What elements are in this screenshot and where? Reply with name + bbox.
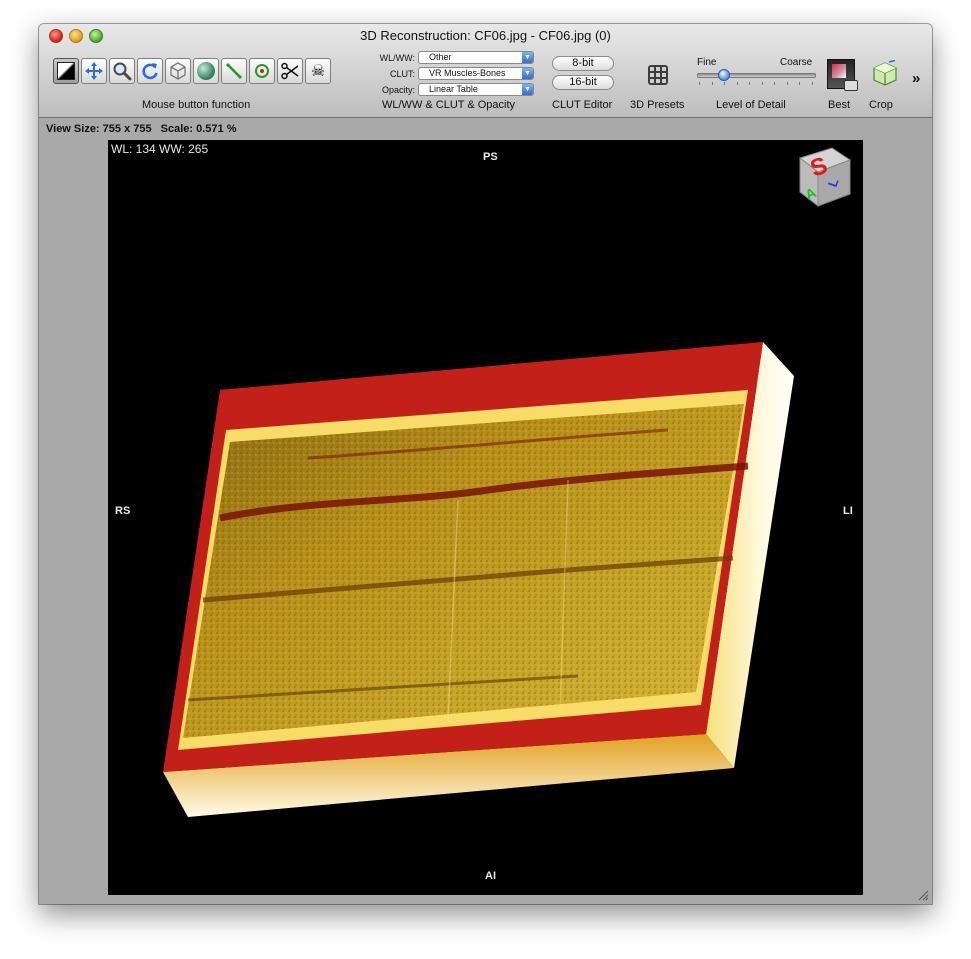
lod-slider-thumb[interactable] [717,69,730,81]
mouse-function-label: Mouse button function [142,99,251,111]
zoom-tool-button[interactable] [109,58,135,84]
mouse-tools: ☠ [53,58,331,84]
best-label: Best [828,99,851,111]
window-title: 3D Reconstruction: CF06.jpg - CF06.jpg (… [360,28,611,43]
16-bit-button[interactable]: 16-bit [552,75,614,90]
wlww-clut-opacity-label: WL/WW & CLUT & Opacity [382,99,516,111]
volume-render [163,342,794,817]
sphere-tool-button[interactable] [193,58,219,84]
wlww-select[interactable]: Other ▼ [418,51,534,64]
rotate-tool-button[interactable] [137,58,163,84]
3d-reconstruction-window: 3D Reconstruction: CF06.jpg - CF06.jpg (… [39,24,932,904]
3d-viewport[interactable]: WL: 134 WW: 265 PS RS LI AI S A L [108,140,863,895]
orientation-cube-icon[interactable]: S A L [792,144,858,210]
8-bit-button[interactable]: 8-bit [552,56,614,71]
scissors-tool-button[interactable] [277,58,303,84]
target-icon [255,64,269,78]
sphere-icon [197,62,215,80]
wlww-select-value: Other [429,52,452,62]
more-tools-chevron-icon[interactable]: » [912,70,921,87]
opacity-select[interactable]: Linear Table ▼ [418,83,534,96]
toolbar: 3D Reconstruction: CF06.jpg - CF06.jpg (… [39,24,932,118]
wlww-readout: WL: 134 WW: 265 [111,142,209,156]
best-render-button[interactable] [827,59,858,91]
3d-rotate-tool-button[interactable] [165,58,191,84]
dropdown-arrow-icon: ▼ [522,68,533,79]
level-of-detail-label: Level of Detail [716,99,786,111]
move-tool-button[interactable] [81,58,107,84]
orientation-bottom-label: AI [485,870,496,882]
magnifier-icon [113,62,132,81]
3d-presets-label[interactable]: 3D Presets [630,99,684,111]
wlww-label: WL/WW: [379,53,415,63]
orientation-left-label: RS [115,505,131,517]
photo-icon [832,64,846,78]
opacity-label: Opacity: [381,85,415,95]
rotate-icon [142,63,158,80]
lod-coarse-label: Coarse [780,57,813,68]
length-tool-button[interactable] [221,58,247,84]
clut-label: CLUT: [389,69,415,79]
dropdown-arrow-icon: ▼ [522,52,533,63]
opacity-select-value: Linear Table [429,84,478,94]
contrast-icon [57,62,75,80]
resize-grip-icon[interactable] [917,889,929,901]
lod-slider-ticks [699,82,813,85]
move-arrows-icon [85,62,103,80]
bone-removal-tool-button[interactable]: ☠ [305,58,331,84]
grid-presets-icon[interactable] [648,65,668,85]
orientation-top-label: PS [483,151,498,163]
crop-label: Crop [869,99,893,111]
line-measure-icon [226,63,242,79]
skull-crossbones-icon: ☠ [310,61,326,80]
scissors-icon [281,62,299,80]
view-info: View Size: 755 x 755 Scale: 0.571 % [46,123,243,135]
orientation-right-label: LI [843,505,853,517]
clut-editor-label[interactable]: CLUT Editor [552,99,612,111]
view-size-text: View Size: 755 x 755 [46,123,152,135]
wl-ww-tool-button[interactable] [53,58,79,84]
lod-fine-label: Fine [697,57,717,68]
cube-icon [170,62,186,80]
point-tool-button[interactable] [249,58,275,84]
lod-slider-track[interactable] [697,73,816,78]
camera-icon [844,80,858,91]
clut-select-value: VR Muscles-Bones [429,68,506,78]
crop-cube-icon[interactable] [870,60,900,88]
dropdown-arrow-icon: ▼ [522,84,533,95]
scale-text: Scale: 0.571 % [160,123,237,135]
clut-select[interactable]: VR Muscles-Bones ▼ [418,67,534,80]
